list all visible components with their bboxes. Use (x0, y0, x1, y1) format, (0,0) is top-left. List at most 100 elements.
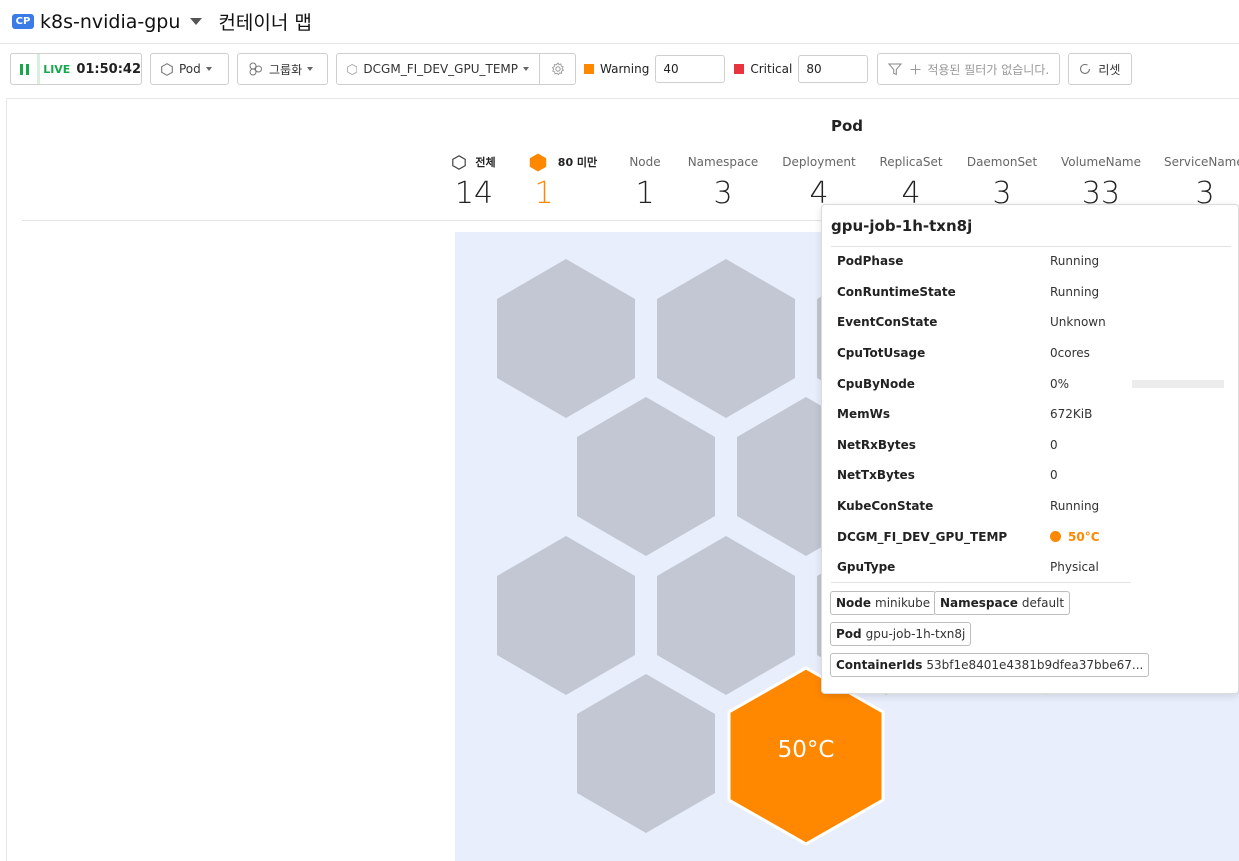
property-value: 0% (1050, 376, 1070, 391)
property-key: GpuType (837, 560, 896, 575)
chevron-down-icon (205, 67, 212, 71)
property-key: KubeConState (837, 499, 934, 514)
property-key: CpuByNode (837, 376, 915, 391)
grouping-label: 그룹화 (269, 62, 303, 77)
filter-placeholder: 적용된 필터가 없습니다. (927, 62, 1050, 77)
critical-swatch (734, 64, 745, 74)
pause-icon[interactable] (11, 54, 41, 84)
stat-label: 전체 (475, 156, 496, 169)
stat-deployment[interactable]: Deployment 4 (782, 154, 856, 211)
pod-hexagon[interactable] (577, 674, 715, 833)
tag-key: Node (836, 596, 872, 610)
app-header: CP k8s-nvidia-gpu 컨테이너 맵 (0, 0, 1239, 44)
tooltip-row: GpuType Physical (837, 552, 1137, 583)
status-dot-icon (1050, 531, 1061, 543)
object-type-dropdown[interactable]: Pod (150, 53, 229, 85)
tooltip-row: EventConState Unknown (837, 307, 1137, 338)
metric-dropdown[interactable]: DCGM_FI_DEV_GPU_TEMP (337, 54, 539, 84)
pod-hexagon[interactable] (657, 536, 795, 695)
gear-icon (551, 62, 564, 76)
property-value: 0 (1050, 468, 1058, 483)
warning-swatch (584, 64, 594, 74)
property-key: MemWs (837, 407, 890, 422)
stat-value: 1 (534, 176, 554, 211)
stat-servicename[interactable]: ServiceName 3 (1164, 154, 1239, 211)
property-key: CpuTotUsage (837, 346, 926, 361)
stat-replicaset[interactable]: ReplicaSet 4 (876, 154, 946, 211)
property-key: EventConState (837, 315, 938, 330)
property-key: NetTxBytes (837, 468, 915, 483)
tooltip-title: gpu-job-1h-txn8j (831, 217, 973, 235)
stat-total[interactable]: 전체 14 (446, 154, 502, 211)
tooltip-row: MemWs 672KiB (837, 399, 1137, 430)
stat-value: 14 (454, 176, 494, 211)
stat-label: Deployment (782, 155, 856, 169)
tooltip-row: KubeConState Running (837, 491, 1137, 522)
tooltip-property-list: PodPhase Running ConRuntimeState Running E… (837, 246, 1137, 583)
pod-hexagon[interactable] (657, 259, 795, 418)
summary-divider (22, 220, 822, 221)
pod-hexagon[interactable] (577, 397, 715, 556)
stat-label: Namespace (687, 155, 759, 169)
metric-selector[interactable]: DCGM_FI_DEV_GPU_TEMP (336, 53, 576, 85)
filter-button[interactable]: 적용된 필터가 없습니다. (877, 53, 1061, 85)
chevron-down-icon[interactable] (190, 18, 203, 25)
property-value: 50°C (1050, 530, 1100, 544)
critical-threshold-input[interactable] (798, 55, 869, 83)
group-icon (249, 62, 262, 76)
tag-key: ContainerIds (836, 658, 923, 672)
tag-namespace[interactable]: Namespace default (934, 591, 1071, 615)
stat-label: VolumeName (1060, 155, 1142, 169)
stat-node[interactable]: Node 1 (622, 154, 668, 211)
tag-node[interactable]: Node minikube (830, 591, 937, 615)
critical-label: Critical (750, 62, 793, 76)
cpu-usage-bar (1132, 380, 1224, 388)
warning-threshold-input[interactable] (655, 55, 726, 83)
warning-label: Warning (600, 62, 650, 76)
hexagon-icon (347, 63, 358, 75)
tag-value: 53bf1e8401e4381b9dfea37bbe67... (926, 658, 1144, 672)
stat-below-80[interactable]: 80 미만 1 (527, 153, 599, 211)
property-value: 0cores (1050, 346, 1090, 361)
tooltip-row: CpuByNode 0% (837, 368, 1137, 399)
tag-key: Namespace (940, 596, 1018, 610)
summary-title: Pod (831, 117, 864, 135)
refresh-icon (1080, 63, 1091, 74)
hexagon-icon (161, 62, 173, 76)
cp-badge: CP (12, 14, 34, 29)
plus-icon (910, 64, 921, 74)
pod-hexagon[interactable] (497, 536, 635, 695)
stat-label: DaemonSet (966, 155, 1038, 169)
property-key: ConRuntimeState (837, 284, 956, 299)
project-selector[interactable]: k8s-nvidia-gpu (40, 11, 180, 33)
reset-button[interactable]: 리셋 (1068, 53, 1133, 85)
tag-key: Pod (836, 627, 862, 641)
stat-daemonset[interactable]: DaemonSet 3 (966, 154, 1038, 211)
grouping-dropdown[interactable]: 그룹화 (237, 53, 328, 85)
pod-hexagon[interactable] (497, 259, 635, 418)
property-value: Running (1050, 284, 1100, 299)
live-label: LIVE (43, 62, 71, 76)
tooltip-row: PodPhase Running (837, 246, 1137, 277)
tooltip-row: DCGM_FI_DEV_GPU_TEMP 50°C (837, 521, 1137, 552)
metric-settings-button[interactable] (539, 54, 575, 84)
tooltip-row: NetRxBytes 0 (837, 430, 1137, 461)
hexagon-filled-icon (529, 153, 546, 171)
live-toggle-button[interactable]: LIVE 01:50:42 (10, 53, 142, 85)
chevron-down-icon (523, 67, 529, 71)
stat-volumename[interactable]: VolumeName 33 (1060, 154, 1142, 211)
pod-hexagon-label: 50°C (778, 737, 835, 763)
temperature-value: 50°C (1068, 529, 1100, 544)
property-key: PodPhase (837, 254, 904, 269)
tag-pod[interactable]: Pod gpu-job-1h-txn8j (830, 622, 972, 646)
property-value: 0 (1050, 437, 1058, 452)
property-value: Running (1050, 499, 1100, 514)
stat-label: 80 미만 (557, 156, 598, 169)
tag-value: minikube (875, 596, 931, 610)
stat-namespace[interactable]: Namespace 3 (686, 154, 760, 211)
tag-container-ids[interactable]: ContainerIds 53bf1e8401e4381b9dfea37bbe67… (830, 653, 1150, 677)
stat-label: ReplicaSet (879, 155, 943, 169)
page-title: 컨테이너 맵 (218, 12, 312, 34)
reset-label: 리셋 (1098, 62, 1121, 77)
stat-label: Node (629, 155, 661, 169)
